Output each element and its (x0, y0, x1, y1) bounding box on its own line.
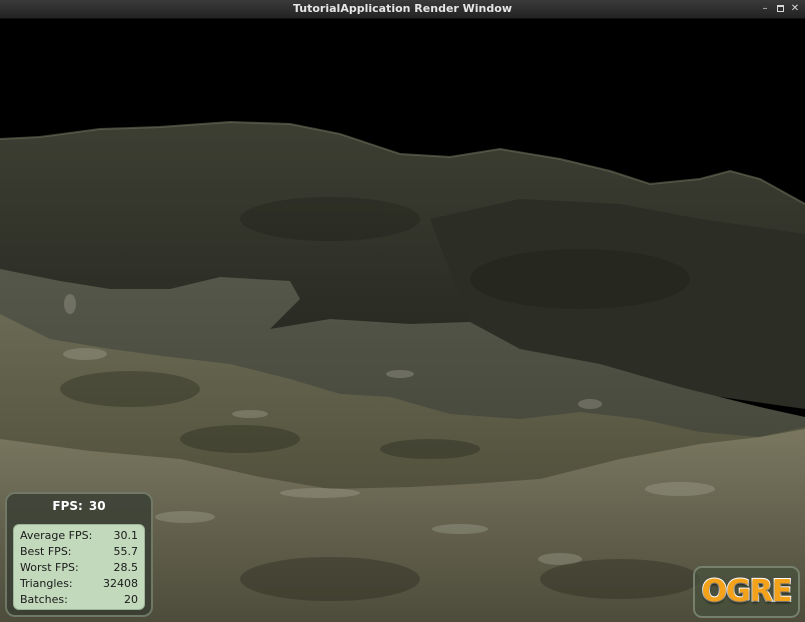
stat-value: 28.5 (113, 561, 139, 574)
stat-label: Best FPS: (20, 545, 72, 558)
stat-row-triangles: Triangles: 32408 (20, 576, 138, 591)
ogre-logo: OGRE (693, 566, 800, 618)
stat-value: 30.1 (113, 529, 139, 542)
stat-label: Triangles: (20, 577, 73, 590)
stats-overlay: FPS: 30 Average FPS: 30.1 Best FPS: 55.7 … (5, 492, 153, 617)
maximize-icon[interactable] (774, 3, 786, 15)
fps-header: FPS: 30 (7, 499, 151, 513)
ogre-logo-text: OGRE (701, 573, 794, 610)
render-window: TutorialApplication Render Window – ✕ FP… (0, 0, 805, 622)
stat-label: Worst FPS: (20, 561, 79, 574)
fps-value: 30 (88, 499, 106, 513)
stat-value: 55.7 (113, 545, 139, 558)
window-title: TutorialApplication Render Window (292, 2, 512, 15)
close-icon[interactable]: ✕ (789, 3, 801, 15)
stat-label: Average FPS: (20, 529, 93, 542)
title-bar[interactable]: TutorialApplication Render Window – ✕ (0, 0, 805, 19)
stat-row-batches: Batches: 20 (20, 592, 138, 607)
stats-detail-box: Average FPS: 30.1 Best FPS: 55.7 Worst F… (13, 524, 145, 610)
stat-row-worst-fps: Worst FPS: 28.5 (20, 560, 138, 575)
minimize-icon[interactable]: – (759, 3, 771, 15)
stat-value: 32408 (103, 577, 138, 590)
stat-value: 20 (124, 593, 138, 606)
stat-row-average-fps: Average FPS: 30.1 (20, 528, 138, 543)
stat-label: Batches: (20, 593, 68, 606)
fps-label: FPS: (52, 499, 83, 513)
stat-row-best-fps: Best FPS: 55.7 (20, 544, 138, 559)
render-viewport[interactable]: FPS: 30 Average FPS: 30.1 Best FPS: 55.7 … (0, 19, 805, 622)
